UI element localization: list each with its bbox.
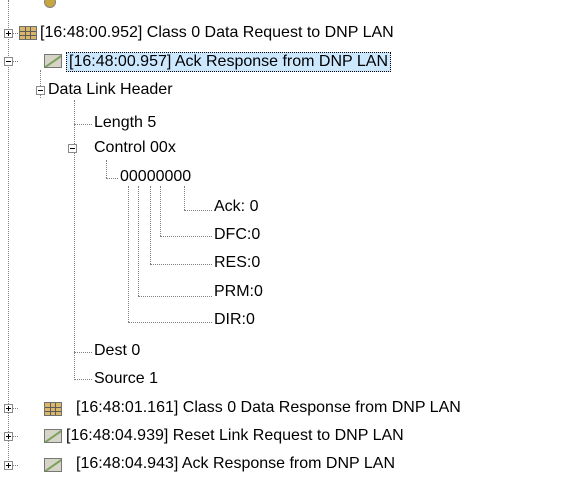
tree-line bbox=[160, 236, 212, 237]
tree-line bbox=[106, 160, 107, 178]
tree-line bbox=[128, 186, 129, 322]
data-grid-icon bbox=[44, 402, 62, 416]
tree-item-dest[interactable]: Dest 0 bbox=[94, 341, 140, 361]
expand-icon[interactable] bbox=[4, 29, 13, 38]
tree-item-control[interactable]: Control 00x bbox=[94, 138, 176, 158]
tree-item-prm-bit[interactable]: PRM:0 bbox=[214, 282, 263, 302]
ack-packet-icon bbox=[44, 54, 62, 68]
tree-item-ack-bit[interactable]: Ack: 0 bbox=[214, 197, 258, 217]
tree-line bbox=[150, 264, 212, 265]
tree-line bbox=[74, 100, 75, 380]
expand-icon[interactable] bbox=[4, 432, 13, 441]
tree-item-dfc-bit[interactable]: DFC:0 bbox=[214, 225, 260, 245]
collapse-icon[interactable] bbox=[68, 144, 77, 153]
ack-packet-icon bbox=[44, 458, 62, 472]
expand-icon[interactable] bbox=[4, 461, 13, 470]
tree-item-ack-response[interactable]: [16:48:04.943] Ack Response from DNP LAN bbox=[76, 454, 395, 474]
collapse-icon[interactable] bbox=[36, 86, 45, 95]
tree-line bbox=[8, 0, 9, 466]
tree-line bbox=[184, 210, 212, 211]
collapse-icon[interactable] bbox=[4, 57, 13, 66]
tree-line bbox=[74, 352, 92, 353]
tree-item-control-bits[interactable]: 00000000 bbox=[120, 167, 191, 187]
expand-icon[interactable] bbox=[4, 404, 13, 413]
tree-item-class0-response[interactable]: [16:48:01.161] Class 0 Data Response fro… bbox=[76, 398, 461, 418]
tree-item-ack-response-selected[interactable]: [16:48:00.957] Ack Response from DNP LAN bbox=[66, 52, 391, 72]
tree-item-dir-bit[interactable]: DIR:0 bbox=[214, 310, 255, 330]
tree-line bbox=[128, 322, 212, 323]
tree-line bbox=[74, 124, 92, 125]
tree-item-res-bit[interactable]: RES:0 bbox=[214, 253, 260, 273]
data-grid-icon bbox=[19, 26, 37, 40]
tree-item-reset-link-request[interactable]: [16:48:04.939] Reset Link Request to DNP… bbox=[66, 426, 404, 446]
tree-line bbox=[138, 296, 212, 297]
tree-item-source[interactable]: Source 1 bbox=[94, 369, 158, 389]
tree-item-class0-request[interactable]: [16:48:00.952] Class 0 Data Request to D… bbox=[40, 23, 394, 43]
tree-line bbox=[160, 186, 161, 236]
partial-top-icon bbox=[44, 0, 56, 8]
tree-line bbox=[150, 186, 151, 264]
ack-packet-icon bbox=[44, 429, 62, 443]
tree-line bbox=[184, 186, 185, 210]
tree-item-length[interactable]: Length 5 bbox=[94, 113, 156, 133]
tree-line bbox=[74, 379, 92, 380]
packet-tree[interactable]: [16:48:00.952] Class 0 Data Request to D… bbox=[0, 0, 585, 481]
tree-item-data-link-header[interactable]: Data Link Header bbox=[48, 80, 173, 100]
tree-line bbox=[138, 186, 139, 296]
tree-line bbox=[106, 178, 118, 179]
